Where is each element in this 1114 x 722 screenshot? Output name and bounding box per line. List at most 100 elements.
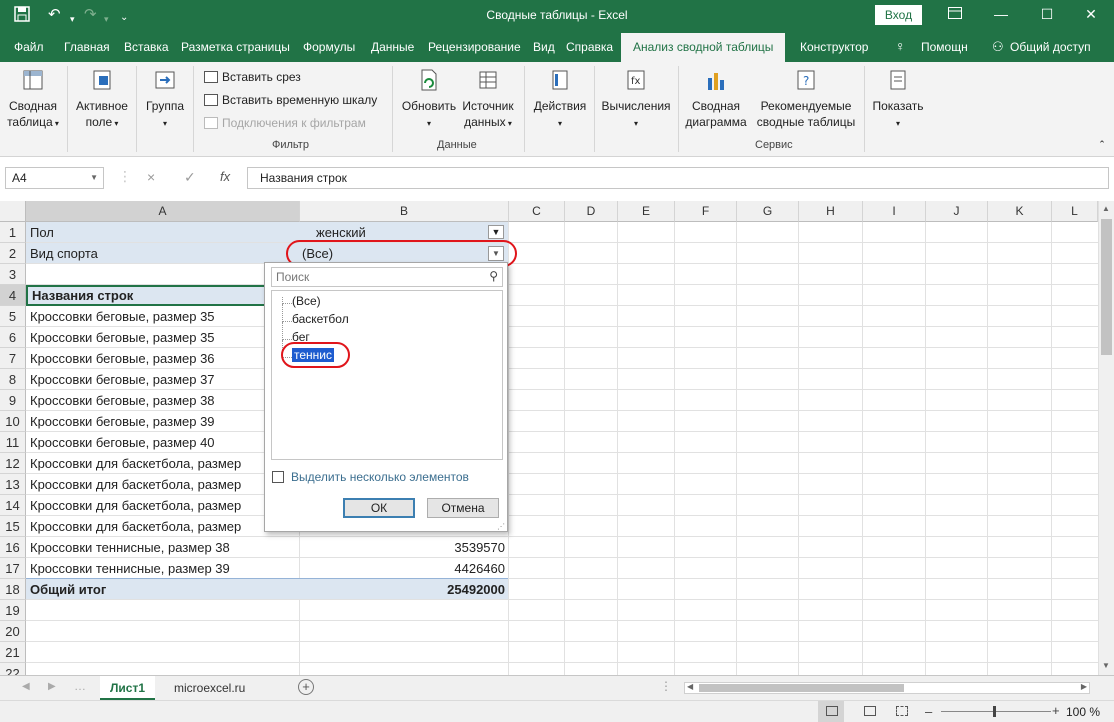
horizontal-scrollbar[interactable]: ◀ ▶	[684, 682, 1090, 694]
formula-input[interactable]: Названия строк	[247, 167, 1109, 189]
page-break-view-icon[interactable]	[896, 706, 908, 716]
row-header[interactable]: 18	[0, 579, 26, 600]
tab-page-layout[interactable]: Разметка страницы	[181, 40, 290, 54]
filter-connections-button[interactable]: Подключения к фильтрам	[204, 116, 366, 130]
login-button[interactable]: Вход	[875, 5, 922, 25]
sheet-prev-icon[interactable]: ◀	[22, 681, 30, 692]
scroll-right-icon[interactable]: ▶	[1081, 682, 1087, 691]
zoom-slider[interactable]	[941, 711, 1051, 712]
maximize-icon[interactable]: ☐	[1024, 3, 1070, 27]
column-header-f[interactable]: F	[675, 201, 737, 222]
column-header-b[interactable]: B	[300, 201, 509, 222]
cell-a2[interactable]: Вид спорта	[26, 243, 299, 264]
person-icon[interactable]: ⚇	[992, 39, 1004, 55]
column-header-e[interactable]: E	[618, 201, 675, 222]
row-header[interactable]: 4	[0, 285, 26, 306]
cell-a12[interactable]: Кроссовки для баскетбола, размер	[26, 453, 264, 474]
cell-a17[interactable]: Кроссовки теннисные, размер 39	[26, 558, 299, 579]
name-box-dropdown-icon[interactable]: ▼	[90, 173, 98, 182]
cell-a9[interactable]: Кроссовки беговые, размер 38	[26, 390, 299, 411]
column-header-d[interactable]: D	[565, 201, 618, 222]
column-header-k[interactable]: K	[988, 201, 1052, 222]
zoom-level[interactable]: 100 %	[1066, 705, 1100, 719]
row-header[interactable]: 14	[0, 495, 26, 516]
lightbulb-icon[interactable]: ♀	[895, 38, 906, 54]
group-button[interactable]: Группа ▾	[142, 68, 188, 132]
row-header[interactable]: 22	[0, 663, 26, 675]
column-header-a[interactable]: A	[26, 201, 300, 222]
row-header[interactable]: 16	[0, 537, 26, 558]
cell-a14[interactable]: Кроссовки для баскетбола, размер	[26, 495, 264, 516]
recommended-pivot-button[interactable]: ? Рекомендуемые сводные таблицы	[752, 68, 860, 130]
tab-share[interactable]: Общий доступ	[1010, 40, 1091, 54]
pivot-table-button[interactable]: Сводная таблица ▾	[4, 68, 62, 132]
tab-insert[interactable]: Вставка	[124, 40, 169, 54]
filter-search-input[interactable]: Поиск ⚲	[271, 267, 503, 287]
tab-data[interactable]: Данные	[371, 40, 414, 54]
zoom-in-icon[interactable]: +	[1052, 703, 1060, 718]
tab-view[interactable]: Вид	[533, 40, 555, 54]
filter-applied-icon[interactable]: ▼	[488, 225, 504, 239]
column-header-h[interactable]: H	[799, 201, 863, 222]
row-header[interactable]: 19	[0, 600, 26, 621]
cell-a8[interactable]: Кроссовки беговые, размер 37	[26, 369, 299, 390]
sheet-next-icon[interactable]: ▶	[48, 681, 56, 692]
cell-a5[interactable]: Кроссовки беговые, размер 35	[26, 306, 299, 327]
cell-a15[interactable]: Кроссовки для баскетбола, размер	[26, 516, 264, 537]
scroll-down-icon[interactable]: ▼	[1102, 661, 1110, 670]
row-header[interactable]: 7	[0, 348, 26, 369]
column-header-j[interactable]: J	[926, 201, 988, 222]
ribbon-display-icon[interactable]	[932, 3, 978, 27]
column-header-l[interactable]: L	[1052, 201, 1098, 222]
data-source-button[interactable]: Источник данных ▾	[458, 68, 518, 132]
sheet-tab-microexcel[interactable]: microexcel.ru	[164, 676, 255, 700]
row-header[interactable]: 10	[0, 411, 26, 432]
row-header[interactable]: 17	[0, 558, 26, 579]
row-header[interactable]: 21	[0, 642, 26, 663]
cell-a16[interactable]: Кроссовки теннисные, размер 38	[26, 537, 299, 558]
row-header[interactable]: 20	[0, 621, 26, 642]
calculations-button[interactable]: fx Вычисления ▾	[600, 68, 672, 132]
collapse-ribbon-icon[interactable]: ⌃	[1096, 136, 1108, 152]
active-field-button[interactable]: Активное поле ▾	[73, 68, 131, 132]
page-layout-view-icon[interactable]	[864, 706, 876, 716]
tab-review[interactable]: Рецензирование	[428, 40, 521, 54]
show-button[interactable]: Показать ▾	[870, 68, 926, 132]
cancel-icon[interactable]: ×	[147, 169, 155, 185]
zoom-out-icon[interactable]: –	[925, 704, 932, 719]
row-header[interactable]: 1	[0, 222, 26, 243]
tab-pivot-analyze[interactable]: Анализ сводной таблицы	[621, 33, 786, 62]
row-header[interactable]: 11	[0, 432, 26, 453]
split-grip-icon[interactable]: ⋮	[660, 679, 672, 693]
tab-help[interactable]: Справка	[566, 40, 613, 54]
add-sheet-icon[interactable]: +	[298, 679, 314, 695]
enter-icon[interactable]: ✓	[184, 169, 196, 186]
row-header[interactable]: 15	[0, 516, 26, 537]
horizontal-scroll-thumb[interactable]	[699, 684, 904, 692]
cell-b18[interactable]: 25492000	[300, 579, 508, 600]
vertical-scrollbar[interactable]: ▲ ▼	[1098, 201, 1114, 675]
tab-tell-me[interactable]: Помощн	[921, 40, 968, 54]
cell-a18[interactable]: Общий итог	[26, 579, 299, 600]
column-header-g[interactable]: G	[737, 201, 799, 222]
insert-timeline-button[interactable]: Вставить временную шкалу	[204, 93, 377, 107]
filter-item-all[interactable]: (Все)	[292, 294, 321, 308]
resize-grip-icon[interactable]: ⋰	[497, 522, 505, 531]
tab-home[interactable]: Главная	[64, 40, 110, 54]
cell-a13[interactable]: Кроссовки для баскетбола, размер	[26, 474, 264, 495]
name-box[interactable]: A4 ▼	[5, 167, 104, 189]
tab-file[interactable]: Файл	[14, 40, 44, 54]
refresh-button[interactable]: Обновить ▾	[398, 68, 460, 132]
row-header[interactable]: 6	[0, 327, 26, 348]
column-header-c[interactable]: C	[509, 201, 565, 222]
ok-button[interactable]: ОК	[343, 498, 415, 518]
cell-a10[interactable]: Кроссовки беговые, размер 39	[26, 411, 299, 432]
filter-item-basketball[interactable]: баскетбол	[292, 312, 349, 326]
cell-b16[interactable]: 3539570	[300, 537, 508, 558]
row-header[interactable]: 12	[0, 453, 26, 474]
sheet-more-icon[interactable]: …	[74, 679, 86, 693]
tab-formulas[interactable]: Формулы	[303, 40, 355, 54]
sheet-tab-list1[interactable]: Лист1	[100, 676, 156, 700]
scroll-left-icon[interactable]: ◀	[687, 682, 693, 691]
close-icon[interactable]: ✕	[1068, 3, 1114, 27]
